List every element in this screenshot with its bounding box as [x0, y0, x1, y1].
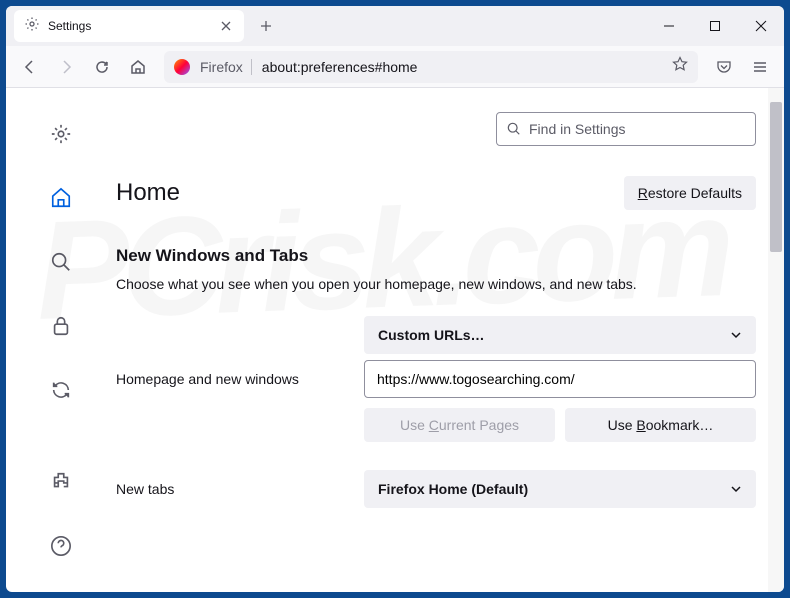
sidebar-item-home[interactable]: [41, 180, 81, 216]
select-value: Firefox Home (Default): [378, 481, 528, 497]
url-bar[interactable]: Firefox about:preferences#home: [164, 51, 698, 83]
sidebar-item-sync[interactable]: [41, 372, 81, 408]
sidebar-item-search[interactable]: [41, 244, 81, 280]
settings-sidebar: [6, 88, 116, 592]
settings-main: Home Restore Defaults New Windows and Ta…: [116, 88, 784, 592]
firefox-logo-icon: [174, 59, 190, 75]
url-identity: Firefox: [200, 59, 252, 75]
scrollbar[interactable]: [768, 88, 784, 592]
titlebar: Settings: [6, 6, 784, 46]
gear-icon: [24, 16, 40, 37]
maximize-button[interactable]: [692, 6, 738, 46]
sidebar-item-extensions[interactable]: [41, 464, 81, 500]
newtabs-label: New tabs: [116, 481, 364, 497]
homepage-mode-select[interactable]: Custom URLs…: [364, 316, 756, 354]
sidebar-item-general[interactable]: [41, 116, 81, 152]
chevron-down-icon: [730, 329, 742, 341]
homepage-url-input[interactable]: [364, 360, 756, 398]
firefox-window: Settings Firefox about:preferences#home: [6, 6, 784, 592]
section-desc: Choose what you see when you open your h…: [116, 276, 756, 292]
pocket-icon[interactable]: [708, 51, 740, 83]
minimize-button[interactable]: [646, 6, 692, 46]
sidebar-item-help[interactable]: [41, 528, 81, 564]
window-controls: [646, 6, 784, 46]
content-area: PCrisk.com Home Restore Defaults: [6, 88, 784, 592]
new-tab-button[interactable]: [252, 12, 280, 40]
tab-title: Settings: [48, 19, 210, 33]
use-current-pages-button[interactable]: Use Current Pages: [364, 408, 555, 442]
reload-button[interactable]: [86, 51, 118, 83]
scrollbar-thumb[interactable]: [770, 102, 782, 252]
close-window-button[interactable]: [738, 6, 784, 46]
settings-search[interactable]: [496, 112, 756, 146]
browser-tab[interactable]: Settings: [14, 10, 244, 42]
navigation-toolbar: Firefox about:preferences#home: [6, 46, 784, 88]
back-button[interactable]: [14, 51, 46, 83]
sidebar-item-privacy[interactable]: [41, 308, 81, 344]
bookmark-star-icon[interactable]: [672, 56, 688, 77]
select-value: Custom URLs…: [378, 327, 485, 343]
close-tab-icon[interactable]: [218, 18, 234, 34]
page-title: Home: [116, 179, 180, 207]
url-text: about:preferences#home: [262, 59, 662, 75]
newtabs-select[interactable]: Firefox Home (Default): [364, 470, 756, 508]
search-icon: [507, 122, 521, 136]
chevron-down-icon: [730, 483, 742, 495]
forward-button[interactable]: [50, 51, 82, 83]
app-menu-icon[interactable]: [744, 51, 776, 83]
home-button[interactable]: [122, 51, 154, 83]
settings-search-input[interactable]: [529, 121, 745, 137]
restore-defaults-button[interactable]: Restore Defaults: [624, 176, 756, 210]
homepage-label: Homepage and new windows: [116, 371, 364, 387]
use-bookmark-button[interactable]: Use Bookmark…: [565, 408, 756, 442]
section-title: New Windows and Tabs: [116, 246, 756, 266]
